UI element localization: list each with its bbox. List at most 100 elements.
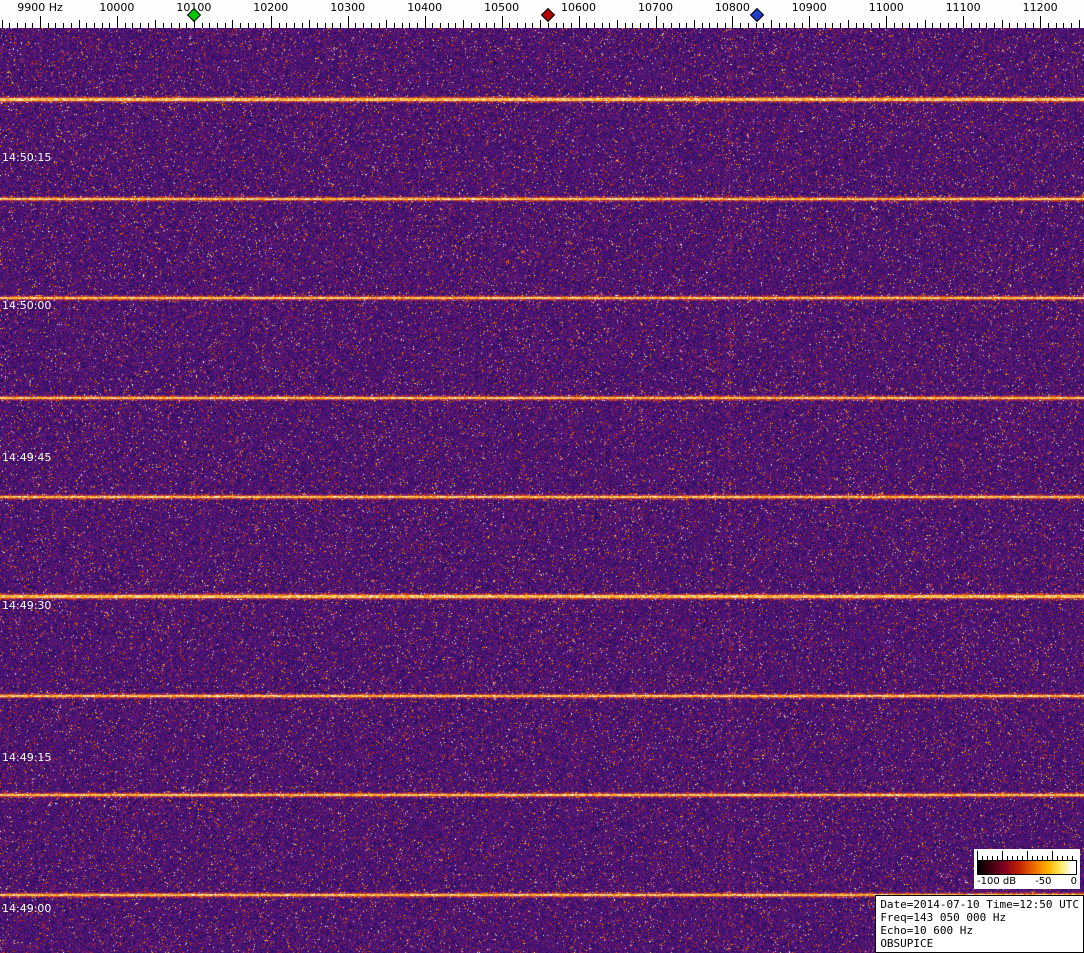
ruler-tick xyxy=(9,23,11,28)
ruler-tick xyxy=(463,20,465,28)
legend-label-min: -100 dB xyxy=(977,876,1017,887)
ruler-tick xyxy=(170,23,172,28)
ruler-tick xyxy=(116,16,118,28)
ruler-tick xyxy=(955,23,957,28)
ruler-tick xyxy=(663,23,665,28)
ruler-tick xyxy=(563,23,565,28)
ruler-label: 10200 xyxy=(253,1,289,14)
ruler-tick xyxy=(109,23,111,28)
ruler-label: 10600 xyxy=(561,1,596,14)
ruler-tick xyxy=(16,23,18,28)
ruler-tick xyxy=(578,16,580,28)
ruler-tick xyxy=(755,23,757,28)
info-box: Date=2014-07-10 Time=12:50 UTC Freq=143 … xyxy=(875,895,1084,953)
ruler-tick xyxy=(686,23,688,28)
ruler-tick xyxy=(763,23,765,28)
ruler-tick xyxy=(78,20,80,28)
ruler-tick xyxy=(255,23,257,28)
ruler-tick xyxy=(770,20,772,28)
ruler-tick xyxy=(386,20,388,28)
ruler-label: 10500 xyxy=(484,1,520,14)
ruler-tick xyxy=(247,23,249,28)
ruler-tick xyxy=(778,23,780,28)
time-label: 14:49:00 xyxy=(2,902,52,915)
ruler-tick xyxy=(217,23,218,28)
ruler-tick xyxy=(870,23,872,28)
ruler-tick xyxy=(401,23,403,28)
ruler-tick xyxy=(40,16,41,28)
ruler-tick xyxy=(163,23,165,28)
ruler-tick xyxy=(286,23,288,28)
red-marker[interactable] xyxy=(540,7,555,23)
frequency-ruler[interactable]: 9900 Hz100001010010200103001040010500106… xyxy=(0,0,1084,28)
ruler-tick xyxy=(794,23,795,28)
ruler-tick xyxy=(186,23,188,28)
ruler-tick xyxy=(347,16,349,28)
ruler-tick xyxy=(909,23,911,28)
legend-label-max: 0 xyxy=(1070,876,1077,887)
spectrogram-window: 9900 Hz100001010010200103001040010500106… xyxy=(0,0,1084,953)
ruler-tick xyxy=(178,23,180,28)
ruler-tick xyxy=(293,23,295,28)
ruler-tick xyxy=(540,20,542,28)
ruler-tick xyxy=(355,23,357,28)
ruler-tick xyxy=(32,23,34,28)
ruler-tick xyxy=(309,20,311,28)
ruler-label: 11100 xyxy=(945,1,981,14)
waterfall-display[interactable] xyxy=(0,28,1084,953)
ruler-tick xyxy=(601,23,603,28)
ruler-tick xyxy=(493,23,495,28)
ruler-tick xyxy=(124,23,126,28)
ruler-tick xyxy=(717,23,718,28)
time-label: 14:49:15 xyxy=(2,751,52,764)
ruler-tick xyxy=(132,23,134,28)
legend-labels: -100 dB -50 0 xyxy=(977,876,1077,888)
ruler-tick xyxy=(270,16,272,28)
ruler-tick xyxy=(593,23,595,28)
ruler-tick xyxy=(263,23,265,28)
ruler-tick xyxy=(55,23,57,28)
ruler-tick xyxy=(1017,23,1019,28)
legend-label-mid: -50 xyxy=(1035,876,1052,887)
ruler-tick xyxy=(324,23,326,28)
ruler-tick xyxy=(624,23,626,28)
info-echo-offset: Echo=10 600 Hz xyxy=(880,924,974,937)
ruler-tick xyxy=(432,23,434,28)
ruler-tick xyxy=(1040,16,1042,28)
ruler-label: 10300 xyxy=(330,1,366,14)
ruler-tick xyxy=(847,20,849,28)
ruler-tick xyxy=(678,23,680,28)
ruler-tick xyxy=(1047,23,1049,28)
ruler-tick xyxy=(532,23,534,28)
ruler-tick xyxy=(486,23,488,28)
ruler-tick xyxy=(70,23,72,28)
ruler-tick xyxy=(1024,23,1026,28)
ruler-tick xyxy=(24,23,26,28)
ruler-tick xyxy=(140,23,141,28)
ruler-tick xyxy=(1078,20,1080,28)
ruler-tick xyxy=(478,23,480,28)
ruler-tick xyxy=(863,23,865,28)
ruler-tick xyxy=(901,23,903,28)
ruler-tick xyxy=(932,23,934,28)
ruler-tick xyxy=(209,23,211,28)
ruler-tick xyxy=(363,23,365,28)
ruler-tick xyxy=(547,23,549,28)
ruler-tick xyxy=(747,23,749,28)
ruler-tick xyxy=(947,23,949,28)
ruler-tick xyxy=(655,16,657,28)
ruler-tick xyxy=(617,20,618,28)
ruler-tick xyxy=(440,23,442,28)
ruler-tick xyxy=(978,23,980,28)
blue-marker[interactable] xyxy=(749,7,765,23)
ruler-tick xyxy=(940,23,942,28)
ruler-tick xyxy=(417,23,418,28)
info-frequency: Freq=143 050 000 Hz xyxy=(880,911,1007,924)
ruler-tick xyxy=(301,23,303,28)
ruler-label: 11200 xyxy=(1022,1,1058,14)
time-label: 14:49:30 xyxy=(2,599,52,612)
ruler-tick xyxy=(963,16,965,28)
ruler-tick xyxy=(670,23,672,28)
ruler-tick xyxy=(278,23,280,28)
ruler-tick xyxy=(201,23,203,28)
